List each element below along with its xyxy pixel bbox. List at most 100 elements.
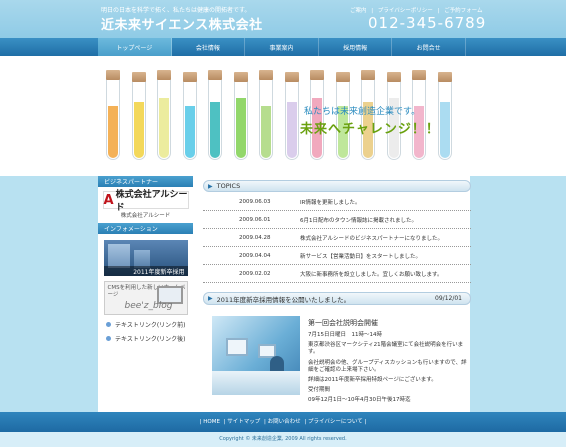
topics-title: TOPICS — [216, 182, 241, 190]
text-link-label: テキストリンク(リンク前) — [115, 322, 186, 329]
cork — [437, 72, 452, 82]
cork — [131, 72, 146, 82]
cms-banner-brand: bee'z_blog — [124, 301, 173, 311]
text-link-after[interactable]: テキストリンク(リンク後) — [106, 334, 193, 343]
tube-liquid — [439, 102, 450, 158]
partner-logo-mark: A — [103, 192, 114, 208]
test-tube — [233, 80, 248, 160]
bullet-icon — [106, 322, 111, 327]
news-item[interactable]: 2009.04.28 株式会社アルシードのビジネスパートナーになりました。 — [203, 229, 471, 247]
guide-link[interactable]: ご案内 — [350, 8, 367, 14]
tube-liquid — [210, 102, 220, 158]
tube-liquid — [184, 106, 195, 158]
cork — [157, 70, 171, 80]
test-tube — [208, 78, 222, 160]
nav-business[interactable]: 事業案内 — [245, 38, 319, 56]
test-tube — [284, 80, 299, 160]
building-shape — [107, 244, 130, 268]
text-link-before[interactable]: テキストリンク(リンク前) — [106, 320, 193, 329]
test-tube — [106, 78, 120, 160]
recruit-banner[interactable]: 2011年度新卒採用 — [103, 240, 188, 276]
news-text: 大阪に新事務所を設立しました。宜しくお願い致します。 — [300, 271, 443, 278]
cork — [386, 72, 401, 82]
seminar-line: 東京都渋谷区マークシティ21階会議室にて会社説明会を行います。 — [308, 342, 464, 356]
hero-line2: 未来へチャレンジ！！ — [300, 122, 440, 137]
cork — [259, 70, 273, 80]
footer-links: | HOME | サイトマップ | お問い合わせ | プライバシーについて | — [0, 417, 566, 425]
seminar-line: 詳細は2011年度新卒採用特設ページにございます。 — [308, 377, 437, 384]
office-photo — [212, 316, 300, 395]
sidebar: ビジネスパートナー A 株式会社アルシード 株式会社アルシード インフォメーショ… — [98, 176, 193, 412]
cork — [361, 70, 375, 80]
footer-home-link[interactable]: | HOME — [200, 419, 220, 425]
news-text: IR情報を更新しました。 — [300, 199, 361, 206]
recruit-headline: 2011年度新卒採用情報を公開いたしました。 — [216, 295, 351, 304]
footer-sitemap-link[interactable]: | サイトマップ — [224, 419, 261, 425]
nav-top[interactable]: トップページ — [98, 38, 172, 56]
top-links: ご案内 | プライバシーポリシー | ご予約フォーム — [350, 6, 485, 14]
info-heading: インフォメーション — [98, 223, 193, 234]
recruit-heading[interactable]: ▶ 2011年度新卒採用情報を公開いたしました。 09/12/01 — [203, 292, 471, 305]
cork — [233, 72, 248, 82]
nav-company[interactable]: 会社情報 — [172, 38, 246, 56]
text-link-label: テキストリンク(リンク後) — [115, 336, 186, 343]
news-item[interactable]: 2009.02.02 大阪に新事務所を設立しました。宜しくお願い致します。 — [203, 265, 471, 283]
global-nav: トップページ 会社情報 事業案内 採用情報 お問合せ — [0, 38, 566, 56]
seminar-line: 09年12月1日〜10年4月30日午後17時迄 — [308, 397, 411, 404]
tube-liquid — [261, 106, 271, 158]
phone-number: 012-345-6789 — [368, 14, 487, 32]
news-date: 2009.04.04 — [239, 252, 271, 259]
test-tube — [259, 78, 273, 160]
news-text: 6月1日配布のタウン情報誌に掲載されました。 — [300, 217, 418, 224]
cork — [106, 70, 120, 80]
cork — [208, 70, 222, 80]
news-item[interactable]: 2009.06.01 6月1日配布のタウン情報誌に掲載されました。 — [203, 211, 471, 229]
partner-logo[interactable]: A 株式会社アルシード — [102, 190, 189, 213]
triangle-right-icon: ▶ — [208, 295, 213, 302]
tube-liquid — [133, 102, 144, 158]
site-logo[interactable]: 近未来サイエンス株式会社 — [101, 14, 263, 33]
partner-logo-text: 株式会社アルシード — [115, 190, 188, 213]
cork — [284, 72, 299, 82]
triangle-right-icon: ▶ — [208, 182, 213, 190]
news-text: 新サービス【営業活動日】をスタートしました。 — [300, 253, 422, 260]
cork — [412, 70, 426, 80]
partner-heading: ビジネスパートナー — [98, 176, 193, 187]
cms-banner[interactable]: CMSを利用した新しいホームページ bee'z_blog — [103, 281, 188, 315]
cork — [182, 72, 197, 82]
seminar-body: 7月15日日曜日 11時〜14時 東京都渋谷区マークシティ21階会議室にて会社説… — [308, 332, 470, 408]
header: 明日の日本を科学で拓く、私たちは健康の開拓者です。 近未来サイエンス株式会社 ご… — [0, 0, 566, 38]
seminar-line: 7月15日日曜日 11時〜14時 — [308, 332, 382, 338]
test-tube — [182, 80, 197, 160]
news-item[interactable]: 2009.04.04 新サービス【営業活動日】をスタートしました。 — [203, 247, 471, 265]
cork — [310, 70, 324, 80]
footer-privacy-link[interactable]: | プライバシーについて | — [304, 419, 366, 425]
recruit-date: 09/12/01 — [435, 295, 462, 302]
tube-liquid — [286, 102, 297, 158]
copyright: Copyright © 未来創造企業, 2009 All rights rese… — [219, 436, 347, 442]
news-date: 2009.02.02 — [239, 270, 271, 277]
topics-heading: ▶ TOPICS — [203, 180, 471, 192]
cork — [335, 72, 350, 82]
recruit-banner-text: 2011年度新卒採用 — [103, 266, 188, 276]
news-list: 2009.06.03 IR情報を更新しました。 2009.06.01 6月1日配… — [203, 193, 471, 283]
nav-contact[interactable]: お問合せ — [392, 38, 466, 56]
monitor-icon — [226, 338, 248, 356]
news-date: 2009.06.03 — [239, 198, 271, 205]
bullet-icon — [106, 336, 111, 341]
seminar-line: 受付期間 — [308, 387, 331, 394]
tube-liquid — [108, 106, 118, 158]
news-item[interactable]: 2009.06.03 IR情報を更新しました。 — [203, 193, 471, 211]
test-tube — [157, 78, 171, 160]
hero-line1: 私たちは未来創造企業です。 — [304, 107, 421, 117]
tagline: 明日の日本を科学で拓く、私たちは健康の開拓者です。 — [101, 7, 251, 14]
news-date: 2009.06.01 — [239, 216, 271, 223]
hero-banner — [0, 56, 566, 176]
tube-liquid — [235, 98, 246, 158]
seminar-title: 第一回会社説明会開催 — [308, 319, 378, 327]
test-tube — [131, 80, 146, 160]
nav-recruit[interactable]: 採用情報 — [319, 38, 393, 56]
desk-shape — [212, 371, 300, 395]
footer-contact-link[interactable]: | お問い合わせ — [264, 419, 301, 425]
tube-liquid — [159, 98, 169, 158]
